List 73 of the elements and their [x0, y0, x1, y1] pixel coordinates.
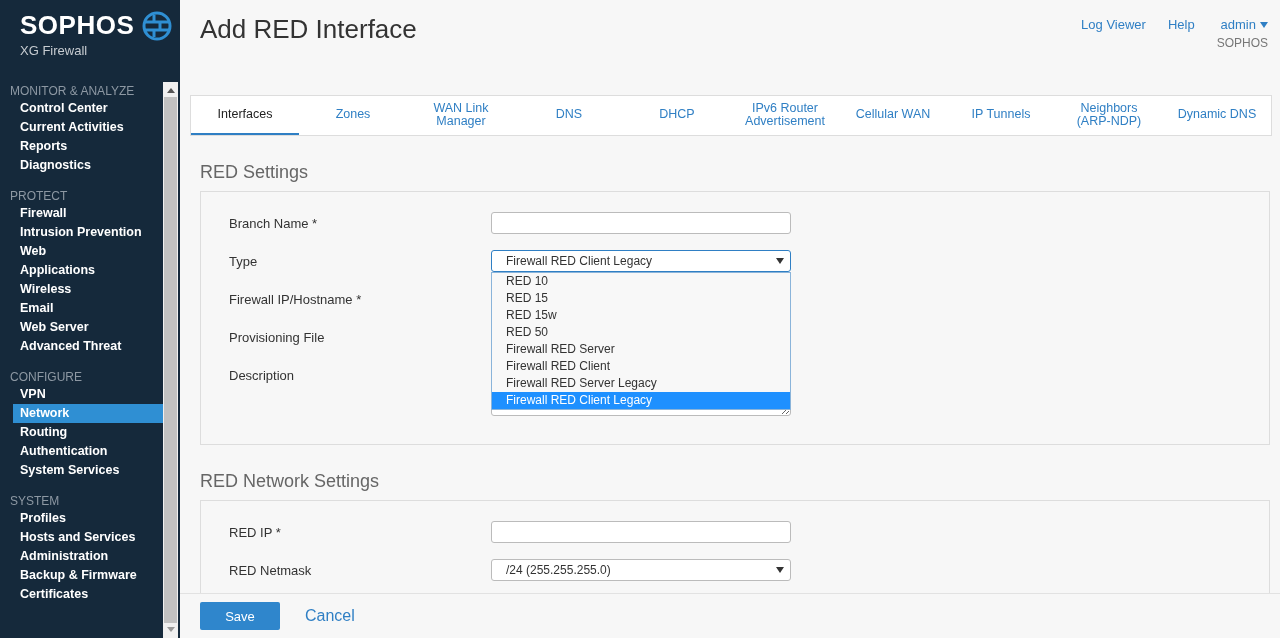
nav-item[interactable]: Certificates: [13, 585, 163, 604]
field-label: Description: [229, 367, 296, 383]
field-label: RED Netmask: [229, 562, 313, 578]
nav-item[interactable]: Email: [13, 299, 163, 318]
text-field[interactable]: [491, 521, 791, 543]
tab[interactable]: Cellular WAN: [839, 96, 947, 135]
tab[interactable]: Neighbors (ARP-NDP): [1055, 96, 1163, 135]
nav-item[interactable]: Firewall: [13, 204, 163, 223]
scrollbar[interactable]: [163, 82, 178, 638]
scroll-up-icon[interactable]: [166, 88, 175, 93]
nav-item[interactable]: Applications: [13, 261, 163, 280]
nav-item[interactable]: Web: [13, 242, 163, 261]
nav-item[interactable]: Profiles: [13, 509, 163, 528]
caret-icon: [776, 258, 784, 264]
field-label: Provisioning File: [229, 329, 326, 345]
dropdown-option[interactable]: Firewall RED Server Legacy: [492, 375, 790, 392]
text-field[interactable]: [491, 212, 791, 234]
field-label: Type: [229, 253, 259, 269]
header-link[interactable]: Help: [1167, 17, 1195, 95]
field-label: Firewall IP/Hostname *: [229, 291, 363, 307]
nav-item[interactable]: Diagnostics: [13, 156, 163, 175]
tab[interactable]: WAN Link Manager: [407, 96, 515, 135]
tab[interactable]: IPv6 Router Advertisement: [731, 96, 839, 135]
nav-item[interactable]: Hosts and Services: [13, 528, 163, 547]
nav-item[interactable]: Routing: [13, 423, 163, 442]
save-button[interactable]: Save: [200, 602, 280, 630]
nav-section-title: PROTECT: [9, 189, 69, 204]
user-menu[interactable]: admin: [1220, 17, 1268, 32]
scrollbar-thumb[interactable]: [164, 97, 177, 623]
nav-item[interactable]: Authentication: [13, 442, 163, 461]
nav-item[interactable]: Administration: [13, 547, 163, 566]
product-name: XG Firewall: [20, 43, 89, 58]
brand-logo: SOPHOS: [20, 10, 135, 41]
tab[interactable]: Zones: [299, 96, 407, 135]
field-label: Branch Name *: [229, 215, 319, 231]
nav-item[interactable]: Current Activities: [13, 118, 163, 137]
caret-icon: [776, 567, 784, 573]
dropdown-option[interactable]: Firewall RED Server: [492, 341, 790, 358]
tab[interactable]: Interfaces: [191, 96, 299, 135]
dropdown-option[interactable]: RED 15: [492, 290, 790, 307]
dropdown-option[interactable]: RED 50: [492, 324, 790, 341]
nav-item[interactable]: Reports: [13, 137, 163, 156]
page-title: Add RED Interface: [200, 14, 417, 46]
tab[interactable]: DHCP: [623, 96, 731, 135]
nav-item[interactable]: Control Center: [13, 99, 163, 118]
cancel-link[interactable]: Cancel: [305, 607, 355, 625]
nav-item[interactable]: Web Server: [13, 318, 163, 337]
dropdown-option[interactable]: RED 15w: [492, 307, 790, 324]
nav-item[interactable]: VPN: [13, 385, 163, 404]
shield-logo-icon: [142, 10, 173, 41]
nav-item[interactable]: System Services: [13, 461, 163, 480]
nav-section-title: MONITOR & ANALYZE: [9, 84, 136, 99]
tab[interactable]: IP Tunnels: [947, 96, 1055, 135]
dropdown-option[interactable]: Firewall RED Client: [492, 358, 790, 375]
dropdown-field[interactable]: Firewall RED Client Legacy: [491, 250, 791, 272]
nav-section-title: CONFIGURE: [9, 370, 83, 385]
tab[interactable]: Dynamic DNS: [1163, 96, 1271, 135]
tab[interactable]: DNS: [515, 96, 623, 135]
nav-item[interactable]: Wireless: [13, 280, 163, 299]
nav-item[interactable]: Backup & Firmware: [13, 566, 163, 585]
section-title: RED Settings: [200, 162, 310, 183]
nav-section-title: SYSTEM: [9, 494, 61, 509]
caret-icon: [1260, 21, 1268, 28]
header-link[interactable]: Log Viewer: [1081, 17, 1146, 95]
nav-item[interactable]: Intrusion Prevention: [13, 223, 163, 242]
nav-item[interactable]: Advanced Threat: [13, 337, 163, 356]
scroll-down-icon[interactable]: [166, 627, 175, 632]
field-label: RED IP *: [229, 524, 282, 540]
section-title: RED Network Settings: [200, 471, 381, 492]
organization-name: SOPHOS: [1216, 36, 1268, 50]
dropdown-field[interactable]: /24 (255.255.255.0): [491, 559, 791, 581]
dropdown-option[interactable]: RED 10: [492, 273, 790, 290]
nav-item[interactable]: Network: [13, 404, 163, 423]
